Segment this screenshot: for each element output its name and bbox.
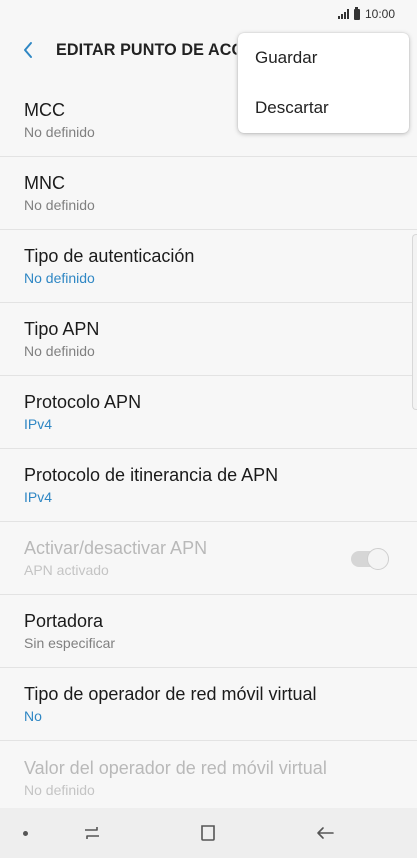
status-bar: 10:00 [0, 0, 417, 28]
setting-apn-roaming-protocol[interactable]: Protocolo de itinerancia de APN IPv4 [0, 449, 417, 522]
setting-value: APN activado [24, 562, 109, 578]
setting-title: Activar/desactivar APN [24, 538, 208, 558]
home-icon[interactable] [196, 821, 220, 845]
page-title: EDITAR PUNTO DE ACCESO [56, 40, 237, 59]
setting-apn-type[interactable]: Tipo APN No definido [0, 303, 417, 376]
back-icon[interactable] [313, 821, 337, 845]
setting-apn-protocol[interactable]: Protocolo APN IPv4 [0, 376, 417, 449]
screen: 10:00 EDITAR PUNTO DE ACCESO MCC No defi… [0, 0, 417, 858]
navigation-bar [0, 808, 417, 858]
setting-value: Sin especificar [24, 635, 116, 651]
setting-mvno-type[interactable]: Tipo de operador de red móvil virtual No [0, 668, 417, 741]
setting-bearer[interactable]: Portadora Sin especificar [0, 595, 417, 668]
menu-item-discard[interactable]: Descartar [238, 83, 409, 133]
setting-value: IPv4 [24, 489, 53, 505]
setting-title: Tipo APN [24, 319, 100, 339]
setting-title: Tipo de operador de red móvil virtual [24, 684, 317, 704]
setting-title: MNC [24, 173, 65, 193]
setting-title: Protocolo de itinerancia de APN [24, 465, 279, 485]
setting-apn-enable: Activar/desactivar APN APN activado [0, 522, 417, 595]
recent-apps-icon[interactable] [80, 821, 104, 845]
setting-value: No definido [24, 343, 95, 359]
settings-list: MCC No definido MNC No definido Tipo de … [0, 84, 417, 814]
dot-icon [23, 831, 28, 836]
setting-title: Portadora [24, 611, 104, 631]
scroll-indicator[interactable] [412, 234, 417, 410]
signal-icon [337, 9, 349, 19]
battery-icon [353, 6, 360, 20]
overflow-menu: Guardar Descartar [238, 33, 409, 133]
setting-auth-type[interactable]: Tipo de autenticación No definido [0, 230, 417, 303]
setting-value: IPv4 [24, 416, 53, 432]
apn-toggle [351, 548, 389, 570]
setting-title: Protocolo APN [24, 392, 142, 412]
setting-mnc[interactable]: MNC No definido [0, 157, 417, 230]
setting-title: Tipo de autenticación [24, 246, 195, 266]
status-time: 10:00 [364, 7, 395, 21]
setting-value: No definido [24, 197, 95, 213]
toggle-knob [367, 548, 389, 570]
setting-value: No definido [24, 270, 95, 286]
setting-value: No [24, 708, 42, 724]
menu-item-save[interactable]: Guardar [238, 33, 409, 83]
setting-value: No definido [24, 781, 95, 798]
arrow-left-icon[interactable] [0, 28, 56, 72]
setting-title: Valor del operador de red móvil virtual [24, 757, 327, 778]
setting-mvno-value: Valor del operador de red móvil virtual … [0, 741, 417, 814]
